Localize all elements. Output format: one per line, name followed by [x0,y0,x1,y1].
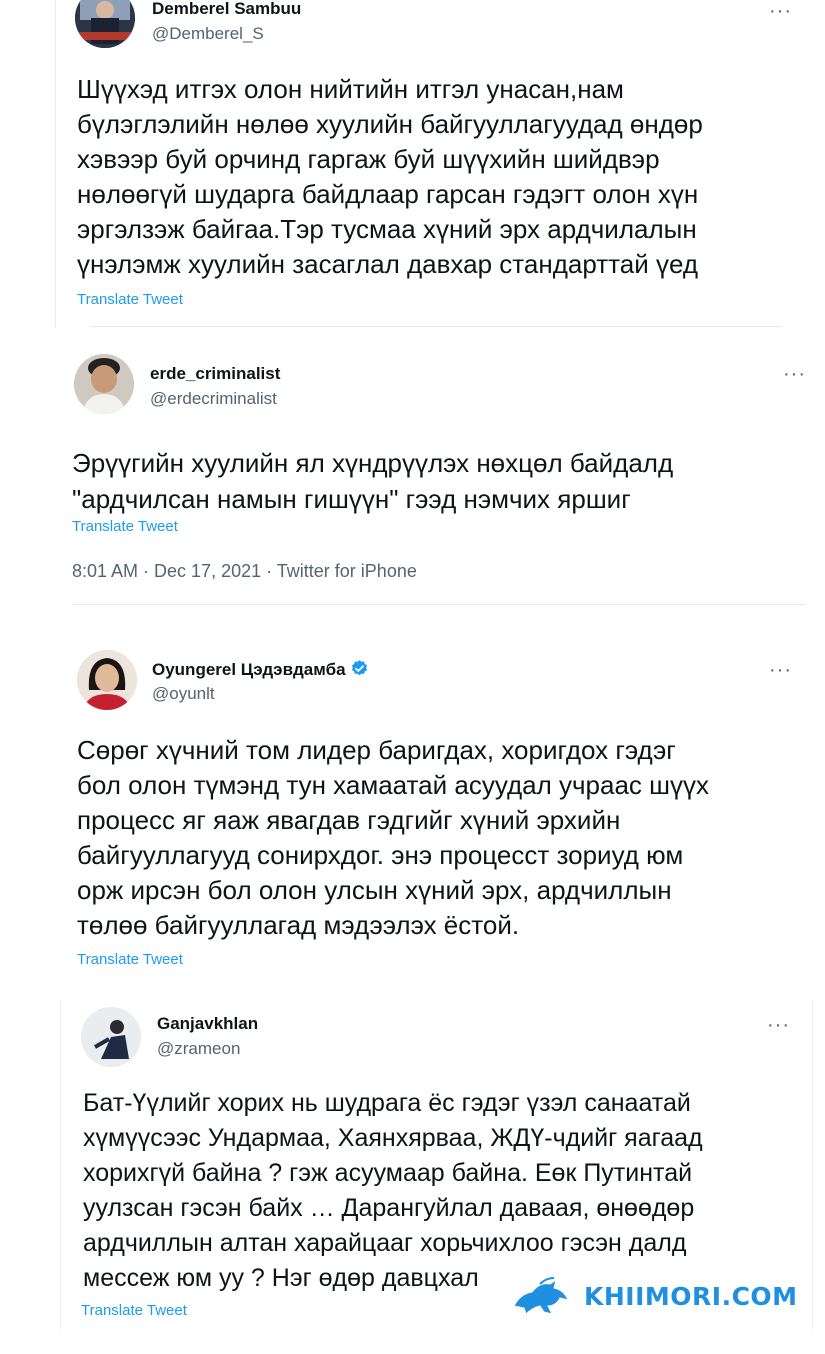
horse-logo-icon [510,1276,578,1316]
tweet-text: Эрүүгийн хуулийн ял хүндрүүлэх нөхцөл ба… [72,448,674,514]
more-icon[interactable]: ··· [769,1,792,21]
khiimori-watermark: KHIIMORI.COM [510,1276,798,1316]
author-name[interactable]: Oyungerel Цэдэвдамба [152,659,369,683]
more-icon[interactable]: ··· [783,364,806,384]
avatar-oyungerel[interactable] [77,650,137,710]
author-name-text[interactable]: Oyungerel Цэдэвдамба [152,660,346,679]
translate-tweet-link[interactable]: Translate Tweet [77,291,183,308]
tweet-timestamp[interactable]: 8:01 AM · Dec 17, 2021 · Twitter for iPh… [72,561,417,582]
avatar-image [74,354,134,414]
author-name[interactable]: Ganjavkhlan [157,1014,258,1034]
translate-tweet-link[interactable]: Translate Tweet [77,951,183,968]
tweet-card-oyungerel[interactable]: Oyungerel Цэдэвдамба @oyunlt ··· Сөрөг х… [55,630,825,970]
author-handle[interactable]: @Demberel_S [152,24,264,44]
translate-tweet-link[interactable]: Translate Tweet [81,1302,187,1319]
divider [90,326,782,327]
watermark-text: KHIIMORI.COM [584,1281,798,1311]
more-icon[interactable]: ··· [767,1015,790,1035]
tweet-text: Шүүхэд итгэх олон нийтийн итгэл унасан,н… [77,74,703,279]
avatar-ganjavkhlan[interactable] [81,1007,141,1067]
tweet-text: Бат-Үүлийг хорих нь шудрага ёс гэдэг үзэ… [83,1089,703,1292]
author-handle[interactable]: @zrameon [157,1039,240,1059]
author-handle[interactable]: @oyunlt [152,684,215,704]
divider [72,604,806,605]
author-handle[interactable]: @erdecriminalist [150,389,277,409]
tweet-text: Сөрөг хүчний том лидер баригдах, хоригдо… [77,735,709,940]
verified-badge-icon [350,659,369,683]
avatar-erde[interactable] [74,354,134,414]
avatar-image [81,1007,141,1067]
author-name[interactable]: Demberel Sambuu [152,0,301,19]
translate-tweet-link[interactable]: Translate Tweet [72,518,178,535]
author-name[interactable]: erde_criminalist [150,364,280,384]
avatar-image [77,650,137,710]
tweet-card-erde[interactable]: erde_criminalist @erdecriminalist ··· Эр… [50,340,825,605]
thread-border-left [55,0,56,328]
tweet-card-demberel[interactable]: Demberel Sambuu @Demberel_S ··· Шүүхэд и… [55,0,825,328]
avatar-demberel[interactable] [75,0,135,48]
avatar-image [75,0,135,48]
more-icon[interactable]: ··· [769,660,792,680]
